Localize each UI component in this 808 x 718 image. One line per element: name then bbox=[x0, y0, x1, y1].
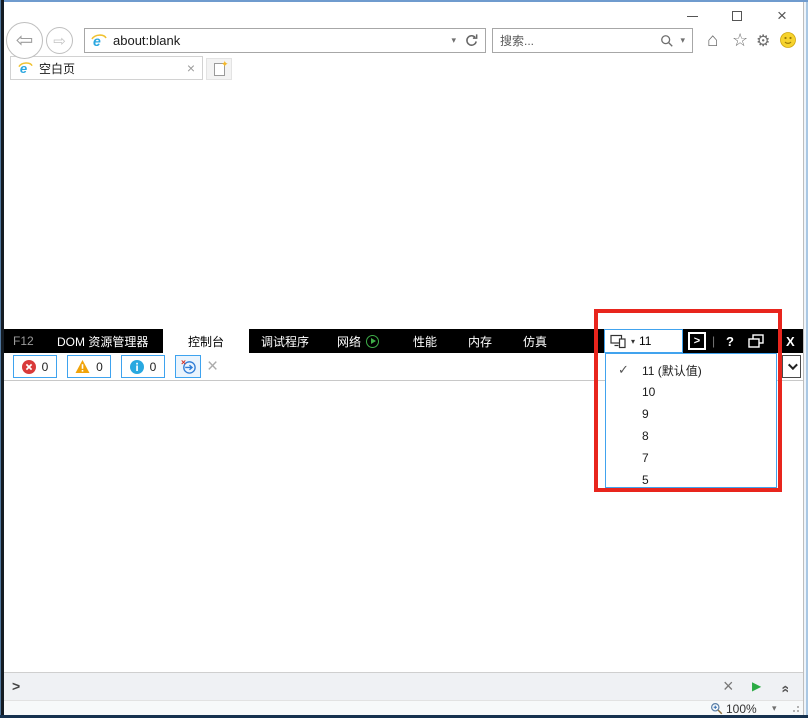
check-icon: ✓ bbox=[618, 362, 629, 377]
ie-favicon: e bbox=[91, 33, 107, 49]
tab-debugger[interactable]: 调试程序 bbox=[261, 329, 309, 353]
status-bar: 100% ▾ bbox=[4, 700, 803, 716]
home-icon[interactable]: ⌂ bbox=[707, 30, 718, 52]
new-tab-page-icon: ✦ bbox=[213, 59, 229, 76]
devtools-close-button[interactable]: X bbox=[786, 329, 795, 353]
info-icon bbox=[129, 359, 144, 374]
doc-mode-option-10[interactable]: 10 bbox=[606, 381, 776, 403]
close-icon: × bbox=[777, 6, 787, 25]
window-border-left bbox=[0, 0, 4, 718]
info-filter-button[interactable]: 0 bbox=[121, 355, 165, 378]
address-dropdown-icon[interactable]: ▾ bbox=[451, 35, 456, 46]
doc-mode-option-8[interactable]: 8 bbox=[606, 425, 776, 447]
favorites-star-icon[interactable]: ☆ bbox=[732, 30, 748, 51]
back-icon: ⇦ bbox=[15, 29, 34, 52]
expand-multiline-icon[interactable]: » bbox=[776, 685, 792, 693]
close-button[interactable]: × bbox=[772, 6, 792, 26]
document-mode-dropdown: ✓ 11 (默认值) 10 9 8 7 5 bbox=[605, 353, 777, 488]
run-script-icon[interactable]: ▶ bbox=[752, 679, 761, 693]
maximize-icon bbox=[732, 11, 742, 21]
back-button[interactable]: ⇦ bbox=[6, 22, 43, 59]
tab-console[interactable]: 控制台 bbox=[163, 329, 249, 353]
tab-performance[interactable]: 性能 bbox=[413, 329, 437, 353]
tab-memory[interactable]: 内存 bbox=[468, 329, 492, 353]
window-border-top bbox=[0, 0, 808, 2]
error-count: 0 bbox=[41, 359, 49, 374]
clear-console-icon[interactable]: × bbox=[207, 356, 218, 378]
search-dropdown-icon[interactable]: ▾ bbox=[680, 35, 685, 46]
tab-network[interactable]: 网络 bbox=[337, 329, 361, 353]
tab-ie-icon: e bbox=[18, 61, 33, 76]
tab-dom-explorer[interactable]: DOM 资源管理器 bbox=[57, 329, 148, 353]
error-icon bbox=[21, 359, 36, 374]
document-mode-value: 11 bbox=[639, 334, 652, 348]
doc-mode-option-5[interactable]: 5 bbox=[606, 469, 776, 491]
document-mode-selector[interactable]: ▾ 11 bbox=[604, 329, 683, 353]
tab-emulation[interactable]: 仿真 bbox=[523, 329, 547, 353]
url-text[interactable]: about:blank bbox=[113, 33, 180, 48]
doc-mode-option-label: 9 bbox=[642, 407, 649, 421]
error-filter-button[interactable]: 0 bbox=[13, 355, 57, 378]
zoom-dropdown-icon[interactable]: ▾ bbox=[772, 703, 777, 714]
doc-mode-option-7[interactable]: 7 bbox=[606, 447, 776, 469]
warning-filter-button[interactable]: 0 bbox=[67, 355, 111, 378]
network-profiling-icon bbox=[366, 329, 379, 353]
header-separator: | bbox=[712, 334, 716, 348]
target-selector-dropdown[interactable] bbox=[782, 355, 801, 378]
tab-title: 空白页 bbox=[39, 61, 76, 76]
minimize-icon bbox=[686, 15, 698, 17]
clear-on-navigate-button[interactable]: × bbox=[175, 355, 201, 378]
browser-tab[interactable]: e 空白页 × bbox=[10, 56, 203, 80]
console-prompt: > bbox=[12, 678, 21, 694]
cmd-clear-icon[interactable]: × bbox=[723, 676, 734, 697]
warning-count: 0 bbox=[96, 359, 103, 374]
window-controls: × bbox=[682, 6, 792, 26]
forward-button[interactable]: ⇨ bbox=[46, 27, 73, 54]
new-tab-button[interactable]: ✦ bbox=[206, 58, 232, 80]
new-tab-star-icon: ✦ bbox=[220, 58, 229, 69]
doc-mode-option-label: 11 (默认值) bbox=[642, 363, 702, 378]
help-button[interactable]: ? bbox=[726, 329, 734, 353]
document-mode-caret-icon: ▾ bbox=[631, 336, 636, 346]
doc-mode-option-label: 7 bbox=[642, 451, 649, 465]
tab-close-icon[interactable]: × bbox=[187, 60, 195, 76]
zoom-level[interactable]: 100% bbox=[726, 702, 757, 716]
change-console-target-icon[interactable]: > bbox=[688, 332, 706, 350]
search-box[interactable]: 搜索... ▾ bbox=[492, 28, 693, 53]
zoom-magnifier-icon bbox=[711, 703, 723, 715]
document-mode-icon bbox=[610, 334, 626, 349]
forward-icon: ⇨ bbox=[53, 32, 66, 50]
refresh-icon[interactable] bbox=[464, 33, 479, 48]
doc-mode-option-label: 5 bbox=[642, 473, 649, 487]
doc-mode-option-9[interactable]: 9 bbox=[606, 403, 776, 425]
devtools-tab-bar: F12 DOM 资源管理器 控制台 调试程序 网络 性能 内存 仿真 ▾ 11 … bbox=[4, 329, 803, 353]
resize-grip[interactable] bbox=[797, 710, 799, 712]
search-icon[interactable] bbox=[660, 34, 674, 48]
devtools-f12-label: F12 bbox=[13, 334, 34, 348]
doc-mode-option-11[interactable]: ✓ 11 (默认值) bbox=[606, 359, 776, 381]
chevron-down-icon bbox=[787, 360, 798, 371]
console-command-bar[interactable]: > × ▶ » bbox=[4, 672, 803, 700]
smiley-feedback-icon[interactable] bbox=[780, 32, 796, 48]
svg-text:×: × bbox=[180, 358, 185, 367]
maximize-button[interactable] bbox=[727, 6, 747, 26]
tools-gear-icon[interactable]: ⚙ bbox=[756, 31, 770, 51]
search-placeholder[interactable]: 搜索... bbox=[500, 32, 534, 49]
clear-on-navigate-icon: × bbox=[180, 358, 196, 374]
ie-browser-window: × ⇦ ⇨ e about:blank ▾ 搜索... ▾ ⌂ ☆ ⚙ e 空白… bbox=[0, 0, 808, 718]
minimize-button[interactable] bbox=[682, 6, 702, 26]
window-border-right bbox=[803, 2, 808, 715]
doc-mode-option-label: 10 bbox=[642, 385, 656, 399]
page-content-blank bbox=[4, 80, 803, 329]
info-count: 0 bbox=[149, 359, 157, 374]
doc-mode-option-label: 8 bbox=[642, 429, 649, 443]
address-bar[interactable]: e about:blank ▾ bbox=[84, 28, 486, 53]
warning-icon bbox=[75, 360, 90, 373]
unpin-window-icon[interactable] bbox=[748, 334, 764, 348]
